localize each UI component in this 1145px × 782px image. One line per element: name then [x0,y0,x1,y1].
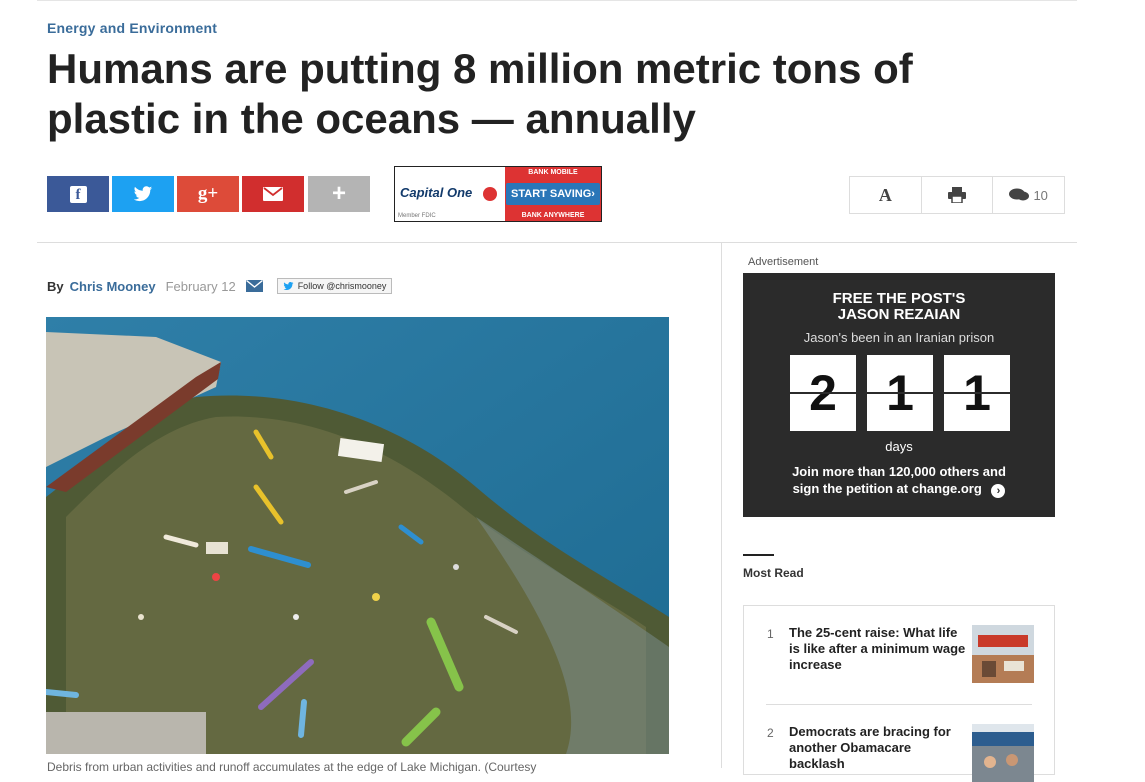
counter-digit: 1 [867,355,933,431]
most-read-headline[interactable]: The 25-cent raise: What life is like aft… [789,625,969,673]
font-size-icon: A [878,184,892,205]
promo-title-line2: JASON REZAIAN [837,306,961,323]
header-divider [37,242,1077,243]
article-headline: Humans are putting 8 million metric tons… [47,45,913,142]
photo-caption: Debris from urban activities and runoff … [47,760,537,774]
most-read-thumbnail[interactable] [972,724,1034,782]
author-link[interactable]: Chris Mooney [70,279,156,294]
comments-icon [1009,188,1030,201]
publish-date: February 12 [165,278,236,294]
more-share-button[interactable]: + [308,176,370,212]
most-read-number: 1 [767,627,774,641]
twitter-share-button[interactable] [112,176,174,212]
ad-bottom-text: BANK ANYWHERE [521,212,585,219]
printer-icon [948,187,966,203]
byline: By Chris Mooney February 12 Follow @chri… [47,278,393,294]
facebook-icon: f [69,185,87,203]
follow-label: Follow @chrismooney [297,281,387,291]
twitter-follow-button[interactable]: Follow @chrismooney [276,278,393,294]
days-counter: 2 1 1 [790,355,1010,431]
most-read-list: 1 The 25-cent raise: What life is like a… [743,605,1055,782]
facebook-share-button[interactable]: f [47,176,109,212]
lead-photo [46,317,669,754]
twitter-icon [133,185,153,201]
ad-logo-swoosh-icon [483,187,497,201]
chevron-right-icon: › [991,484,1006,498]
email-share-button[interactable] [242,176,304,212]
ad-top-text: BANK MOBILE [528,169,578,176]
counter-digit: 2 [790,355,856,431]
plus-icon: + [331,180,346,207]
plastic-debris-photo [46,317,669,754]
most-read-thumbnail[interactable] [972,625,1034,683]
most-read-title: Most Read [743,566,804,580]
promo-cta[interactable]: Join more than 120,000 others and sign t… [743,463,1055,498]
twitter-icon [283,281,294,290]
email-author-icon[interactable] [245,280,263,292]
counter-digit: 1 [944,355,1010,431]
advertisement-label: Advertisement [748,256,819,268]
ad-logo: Capital One [400,185,473,200]
promo-title-line1: FREE THE POST'S [832,290,966,307]
column-divider [721,243,722,768]
most-read-headline[interactable]: Democrats are bracing for another Obamac… [789,724,969,772]
most-read-number: 2 [767,726,774,740]
font-size-button[interactable]: A [850,177,922,213]
most-read-separator [766,704,1032,705]
promo-subtitle: Jason's been in an Iranian prison [803,330,995,345]
comment-count: 10 [1033,187,1048,203]
capital-one-ad[interactable]: Capital One Member FDIC BANK MOBILE STAR… [394,166,602,222]
google-plus-icon: g+ [197,183,219,204]
promo-cta-line1: Join more than 120,000 others and [792,464,1006,479]
section-label[interactable]: Energy and Environment [47,20,217,36]
article-tools: A 10 [849,176,1065,214]
comments-button[interactable]: 10 [993,177,1064,213]
free-jason-promo[interactable]: FREE THE POST'S JASON REZAIAN Jason's be… [743,273,1055,517]
most-read-rule [743,554,774,556]
ad-start-saving-button[interactable]: START SAVING› [506,183,600,205]
promo-title: FREE THE POST'S JASON REZAIAN [743,291,1055,323]
promo-cta-line2-text: sign the petition at change.org [792,481,982,496]
envelope-icon [263,187,283,201]
top-divider [37,0,1077,1]
ad-fine-print: Member FDIC [398,213,436,219]
promo-cta-line2: sign the petition at change.org › [743,480,1055,498]
days-label: days [885,439,913,454]
print-button[interactable] [922,177,994,213]
google-plus-share-button[interactable]: g+ [177,176,239,212]
byline-prefix: By [47,278,64,294]
